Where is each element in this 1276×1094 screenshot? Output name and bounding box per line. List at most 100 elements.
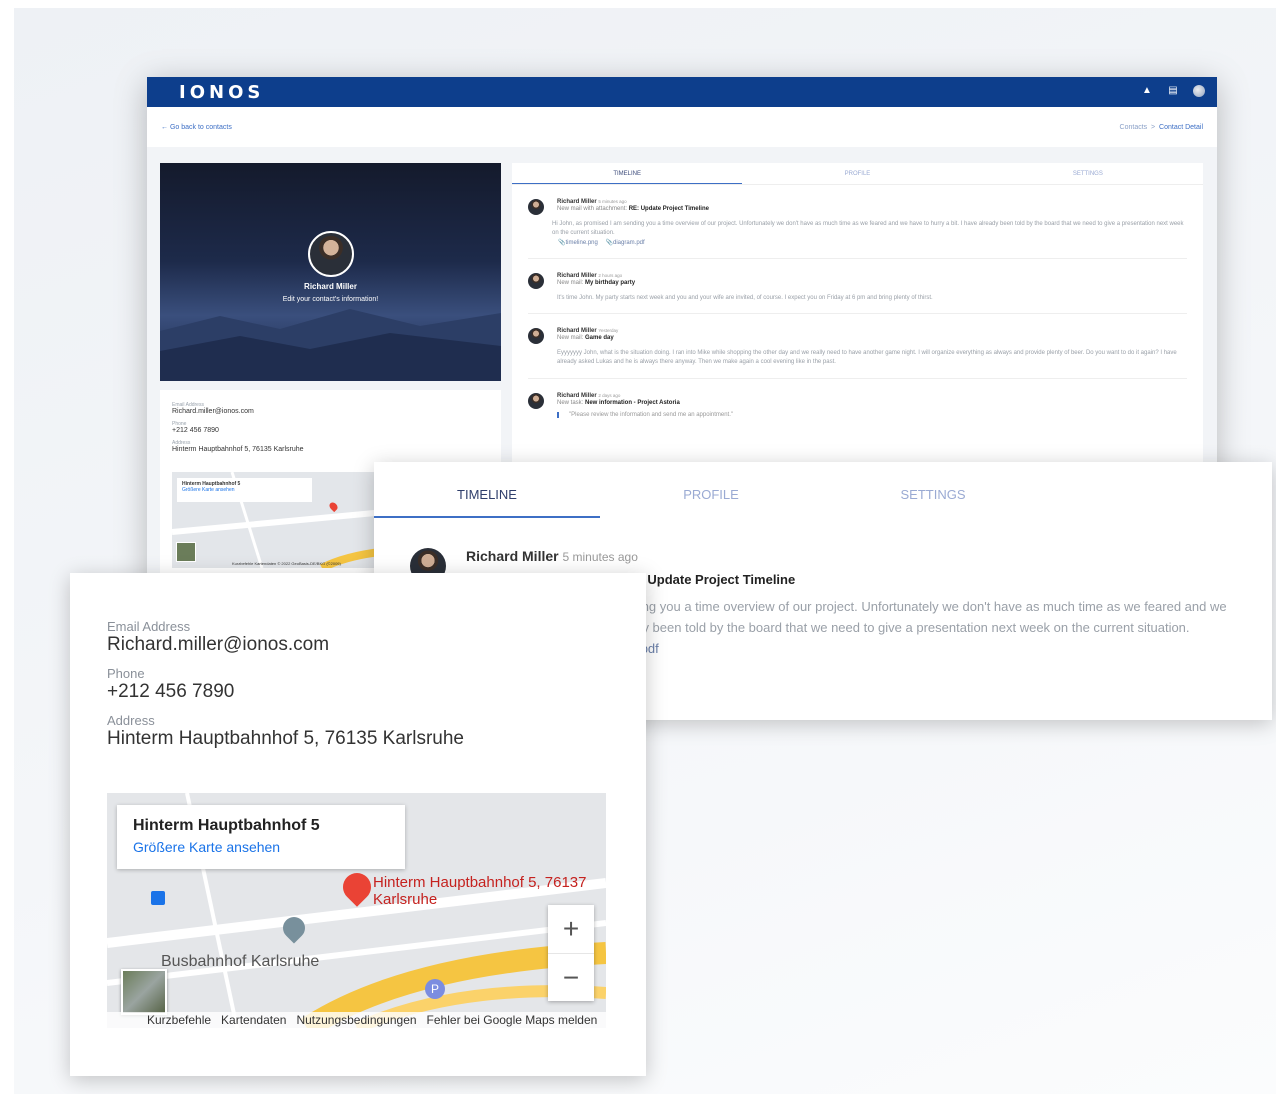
entry-name: Richard Miller [557,199,597,205]
map-footer-shortcuts[interactable]: Kurzbefehle [147,1013,211,1027]
map-embed[interactable]: Hinterm Hauptbahnhof 5 Größere Karte ans… [107,793,606,1028]
entry-subject[interactable]: RE: Update Project Timeline [629,206,709,212]
entry-body-text: Hi John, as promised I am sending you a … [552,221,1184,237]
profile-subtitle: Edit your contact's information! [282,296,379,303]
user-avatar[interactable] [1193,85,1205,97]
profile-avatar[interactable] [308,231,354,277]
entry-kind: New task: [557,399,584,406]
entry-quote: "Please review the information and send … [557,411,1187,418]
address-value[interactable]: Hinterm Hauptbahnhof 5, 76135 Karlsruhe [172,446,489,453]
entry-name: Richard Miller [557,392,597,399]
tab-bar: TIMELINE PROFILE SETTINGS [512,163,1203,185]
tab-profile[interactable]: PROFILE [742,163,972,184]
entry-header: Richard Miller Yesterday [557,328,1187,334]
zoom-tab-settings[interactable]: SETTINGS [822,462,1044,518]
zoom-entry-name: Richard Miller [466,548,559,564]
zoom-tab-profile[interactable]: PROFILE [600,462,822,518]
bell-icon[interactable]: ▲ [1141,85,1153,97]
entry-kind: New mail: [557,335,584,342]
timeline-entry: Richard Miller 2 days ago New task: New … [528,379,1187,428]
zoom-email-value[interactable]: Richard.miller@ionos.com [107,634,609,656]
zoom-entry-subject[interactable]: RE: Update Project Timeline [621,572,795,587]
zoom-address-value[interactable]: Hinterm Hauptbahnhof 5, 76135 Karlsruhe [107,728,609,750]
zoom-contact-card: Email Address Richard.miller@ionos.com P… [70,573,646,1076]
breadcrumb-contacts[interactable]: Contacts [1120,124,1148,131]
entry-header: Richard Miller 2 hours ago [557,273,1187,279]
entry-body: Hi John, as promised I am sending you a … [552,220,1187,248]
entry-kind: New mail: [557,279,584,286]
entry-time: Yesterday [598,328,619,334]
entry-subject-line: New mail: Game day [557,335,1187,341]
map-place-title: Hinterm Hauptbahnhof 5 [133,817,320,834]
zoom-out-button[interactable]: − [548,953,594,1001]
mountain-graphic [160,309,501,381]
profile-name: Richard Miller [304,282,357,291]
entry-subject-line: New mail: My birthday party [557,280,1187,286]
entry-name: Richard Miller [557,328,597,335]
entry-time: 2 days ago [598,392,621,398]
phone-value[interactable]: +212 456 7890 [172,427,489,434]
entry-time: 2 hours ago [598,272,623,278]
tab-settings[interactable]: SETTINGS [973,163,1203,184]
satellite-thumbnail[interactable] [121,969,167,1015]
entry-avatar [528,199,544,215]
entry-avatar [528,272,544,289]
back-link[interactable]: ← Go back to contacts [161,124,232,131]
attachment-link[interactable]: 📎timeline.png [558,240,598,246]
zoom-tab-timeline[interactable]: TIMELINE [374,462,600,518]
attachment-name: diagram.pdf [613,239,645,246]
entry-subject-line: New mail with attachment: RE: Update Pro… [557,206,1187,212]
top-bar: IONOS ▲ ▤ [147,77,1217,107]
zoom-tab-bar: TIMELINE PROFILE SETTINGS [374,462,1272,518]
breadcrumb-separator: > [1151,123,1156,131]
entry-subject-line: New task: New information - Project Asto… [557,400,1187,406]
transit-icon [151,891,165,905]
mini-satellite-thumbnail[interactable] [176,542,196,562]
entry-time: 5 minutes ago [598,199,627,204]
zoom-email-label: Email Address [107,619,191,634]
entry-subject[interactable]: Game day [585,335,614,341]
sub-bar: ← Go back to contacts Contacts > Contact… [147,107,1217,147]
entry-body: Eyyyyyyy John, what is the situation doi… [557,350,1177,366]
entry-subject[interactable]: My birthday party [585,280,635,286]
email-value[interactable]: Richard.miller@ionos.com [172,408,489,415]
timeline-entry: Richard Miller 2 hours ago New mail: My … [528,259,1187,315]
map-pin-label: Hinterm Hauptbahnhof 5, 76137 Karlsruhe [373,874,587,908]
attachment-link[interactable]: 📎diagram.pdf [606,240,645,246]
map-footer-report[interactable]: Fehler bei Google Maps melden [427,1013,598,1027]
entry-kind: New mail with attachment: [557,206,628,212]
entry-avatar [528,328,544,345]
top-icons: ▲ ▤ [1141,85,1205,97]
tab-timeline[interactable]: TIMELINE [512,163,743,184]
map-footer-terms[interactable]: Nutzungsbedingungen [296,1013,416,1027]
larger-map-link[interactable]: Größere Karte ansehen [133,839,389,855]
attachment-name: timeline.png [565,239,598,246]
map-footer: Kurzbefehle Kartendaten Nutzungsbedingun… [107,1012,606,1028]
parking-icon: P [425,979,445,999]
entry-subject[interactable]: New information - Project Astoria [585,400,680,406]
paperclip-icon: 📎 [605,239,613,246]
zoom-phone-label: Phone [107,666,145,681]
map-place-card: Hinterm Hauptbahnhof 5 Größere Karte ans… [117,805,405,869]
zoom-entry-header: Richard Miller 5 minutes ago [466,548,1236,564]
timeline-entry: Richard Miller 5 minutes ago New mail wi… [528,185,1187,259]
entry-body: It's time John. My party starts next wee… [557,294,933,301]
mini-place-card: Hinterm Hauptbahnhof 5 Größere Karte ans… [177,478,312,502]
zoom-in-button[interactable]: + [548,905,594,953]
breadcrumb: Contacts > Contact Detail [1120,124,1203,131]
entry-header: Richard Miller 5 minutes ago [557,199,1187,205]
bus-station-label: Busbahnhof Karlsruhe [161,953,320,970]
zoom-control: + − [548,905,594,1001]
message-icon[interactable]: ▤ [1167,85,1179,97]
back-link-label: Go back to contacts [169,123,232,131]
entry-name: Richard Miller [557,272,597,279]
zoom-phone-value[interactable]: +212 456 7890 [107,681,609,703]
timeline-entry: Richard Miller Yesterday New mail: Game … [528,314,1187,379]
mini-place-link[interactable]: Größere Karte ansehen [182,487,307,493]
ionos-logo[interactable]: IONOS [179,82,264,103]
breadcrumb-current: Contact Detail [1159,123,1203,131]
profile-hero: Richard Miller Edit your contact's infor… [160,163,501,381]
map-footer-data[interactable]: Kartendaten [221,1013,286,1027]
zoom-entry-time: 5 minutes ago [562,550,638,564]
mini-map-footer: Kurzbefehle Kartendaten © 2022 GeoBasis-… [232,561,341,566]
